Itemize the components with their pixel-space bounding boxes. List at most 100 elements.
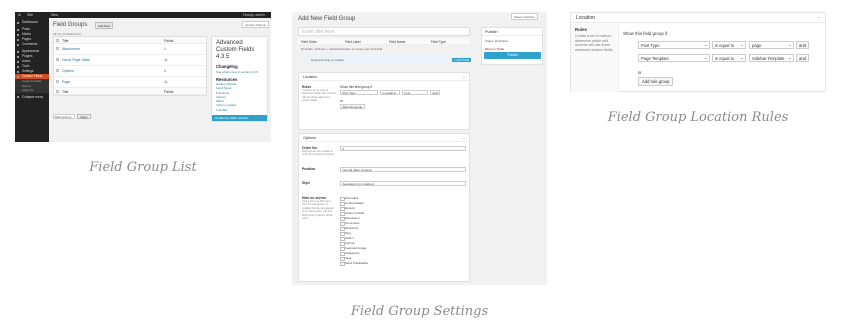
collapse-menu[interactable]: Collapse menu [15,95,49,100]
row-checkbox[interactable] [56,47,59,50]
hide-option-checkbox[interactable]: Revisions [340,226,358,231]
select-all-checkbox[interactable] [56,90,59,93]
add-rule-group-button[interactable]: Add rule group [638,77,674,86]
hide-option-checkbox[interactable]: Comments [340,221,360,226]
location-box: Location Rules Create a set of rules to … [298,72,470,130]
field-group-settings-screenshot: Add New Field Group Screen Options Enter… [292,12,547,285]
options-box: Options Order No. Field groups are creat… [298,133,470,282]
field-group-list-screenshot: ⊕ Site New Howdy, admin Dashboard Posts … [15,12,271,142]
rule-operator-select[interactable]: is equal to [712,41,746,49]
options-title[interactable]: Options [299,134,469,142]
location-rules-screenshot: Location Rules Create a set of rules to … [570,12,826,92]
hide-option-checkbox[interactable]: Content Editor [340,201,364,206]
hide-option-checkbox[interactable]: Featured Image [340,246,366,251]
table-row: Attachment 1 [54,44,206,55]
sidebar-item-custom-fields[interactable]: Custom Fields [15,74,49,79]
position-label: Position [302,167,316,171]
column-field-label: Field Label [345,39,361,44]
hide-on-screen-description: Select items to hide them from the edit … [302,200,334,221]
row-title-link[interactable]: Home Page Slider [62,58,90,62]
move-to-trash-link[interactable]: Move to Trash [485,47,504,51]
rule-operator-select[interactable]: is equal to [712,54,746,62]
row-title-link[interactable]: Page [62,80,70,84]
location-title[interactable]: Location [571,13,826,23]
acf-credit-footer[interactable]: Created by Elliot Condon [212,115,267,121]
rule-operator-select[interactable]: is equal to [380,90,400,95]
column-title[interactable]: Title [62,90,68,94]
title-input[interactable]: Enter title here [298,27,470,36]
publish-box: Publish Status: Draft Edit Move to Trash… [481,27,543,65]
rule-value-select[interactable]: post [402,90,428,95]
screen-options-button[interactable]: Screen Options [242,21,269,29]
style-label: Style [302,181,311,185]
column-field-type: Field Type [431,39,446,44]
and-button[interactable]: and [796,54,809,62]
hide-option-checkbox[interactable]: Tags [340,256,351,261]
hide-option-checkbox[interactable]: Discussion [340,216,360,221]
hide-option-checkbox[interactable]: Excerpt [340,206,355,211]
sidebar-item-dashboard[interactable]: Dashboard [15,20,49,25]
resource-link[interactable]: Tutorials [216,108,263,112]
rule-param-select[interactable]: Post Type [638,41,710,49]
table-row: Home Page Slider 11 [54,55,206,66]
location-title[interactable]: Location [299,73,469,81]
row-field-count: 11 [164,80,168,84]
caption-location-rules: Field Group Location Rules [607,110,789,125]
show-if-label: Show this field group if [340,85,373,89]
show-if-label: Show this field group if [623,31,668,36]
location-panel: Location Rules Create a set of rules to … [570,12,826,92]
add-field-button[interactable]: + Add Field [452,58,472,62]
style-select[interactable]: Seamless (no metabox) [340,181,466,186]
row-title-link[interactable]: Options [62,69,74,73]
or-label: or [638,70,642,75]
admin-sidebar: Dashboard Posts Media Pages Comments App… [15,18,49,142]
field-group-table: Title Fields Attachment 1 Home Page Slid… [53,36,207,96]
changelog-heading: Changelog [216,64,238,69]
table-footer: Title Fields [54,88,206,95]
rules-label: Rules [575,27,587,32]
row-checkbox[interactable] [56,80,59,83]
rule-param-select[interactable]: Post Type [340,90,378,95]
hide-option-checkbox[interactable]: Slug [340,231,351,236]
row-field-count: 11 [164,58,168,62]
add-rule-group-button[interactable]: Add rule group [340,104,365,109]
publish-title: Publish [482,28,542,36]
apply-button[interactable]: Apply [77,114,91,119]
rule-value-select[interactable]: Sidebar Template [749,54,794,62]
table-header: Title Fields [54,37,206,44]
chevron-up-icon[interactable] [818,17,820,18]
publish-button[interactable]: Publish [484,52,541,59]
fields-table-header: Field Order Field Label Field Name Field… [298,38,470,45]
screen-options-button[interactable]: Screen Options [511,13,538,20]
add-new-button[interactable]: Add New [95,22,114,30]
rules-description: Create a set of rules to determine which… [575,34,613,52]
bulk-actions-select[interactable]: Bulk Actions [53,114,75,119]
rule-value-select[interactable]: page [749,41,794,49]
hide-option-checkbox[interactable]: Categories [340,251,360,256]
row-title-link[interactable]: Attachment [62,47,80,51]
drag-hint: Drag and drop to reorder [301,56,467,64]
sidebar-item-comments[interactable]: Comments [15,42,49,47]
list-main: Field Groups Add New Screen Options All … [49,18,271,142]
select-all-checkbox[interactable] [56,39,59,42]
position-select[interactable]: Normal (after content) [340,167,466,172]
hide-option-checkbox[interactable]: Permalink [340,196,358,201]
hide-option-checkbox[interactable]: Author [340,236,354,241]
hide-option-checkbox[interactable]: Send Trackbacks [340,261,368,266]
and-button[interactable]: and [796,41,809,49]
table-row: Page 11 [54,77,206,88]
row-checkbox[interactable] [56,58,59,61]
row-field-count: 4 [164,69,166,73]
order-no-input[interactable]: 0 [340,146,466,151]
row-checkbox[interactable] [56,69,59,72]
hide-option-checkbox[interactable]: Format [340,241,355,246]
publish-status[interactable]: Status: Draft Edit [485,39,508,43]
column-field-name: Field Name [389,39,406,44]
and-button[interactable]: and [430,90,441,95]
column-title[interactable]: Title [62,39,68,43]
whats-new-link[interactable]: See what's new in version 4.3.5 [216,70,263,74]
or-label: or [340,99,343,103]
rule-param-select[interactable]: Page Template [638,54,710,62]
hide-option-checkbox[interactable]: Custom Fields [340,211,364,216]
table-row: Options 4 [54,66,206,77]
